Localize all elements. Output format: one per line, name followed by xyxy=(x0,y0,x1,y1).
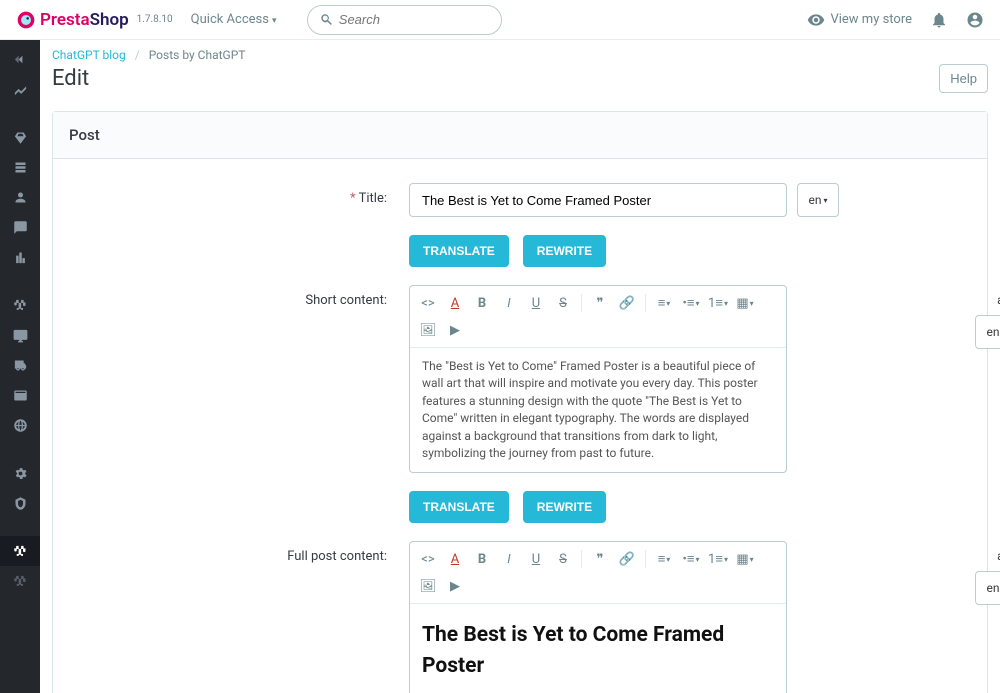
short-content-label: Short content: xyxy=(77,285,409,473)
full-editor-toolbar: <> A B I U S ❞ 🔗 ≡▾ •≡▾ 1≡▾ xyxy=(410,542,786,604)
sidebar-dashboard[interactable] xyxy=(0,74,40,104)
title-input[interactable] xyxy=(409,183,787,217)
full-content-label: Full post content: xyxy=(77,541,409,693)
help-button[interactable]: Help xyxy=(939,64,988,93)
sidebar-stats[interactable] xyxy=(0,242,40,272)
full-content-body[interactable]: The Best is Yet to Come Framed Poster Th… xyxy=(410,604,786,693)
numlist-icon[interactable]: 1≡▾ xyxy=(706,547,730,571)
link-icon[interactable]: 🔗 xyxy=(615,547,639,571)
sidebar-orders[interactable] xyxy=(0,122,40,152)
post-panel: Post *Title: en TRANSLATE REWRITE Short … xyxy=(52,111,988,693)
strike-icon[interactable]: S xyxy=(551,547,575,571)
sidebar-payment[interactable] xyxy=(0,380,40,410)
video-icon[interactable]: ▶ xyxy=(443,574,467,598)
sidebar-collapse[interactable] xyxy=(0,44,40,74)
source-icon[interactable]: <> xyxy=(416,291,440,315)
bold-icon[interactable]: B xyxy=(470,291,494,315)
title-label: *Title: xyxy=(77,183,409,217)
translate-button-2[interactable]: TRANSLATE xyxy=(409,491,509,523)
top-bar: PrestaShop 1.7.8.10 Quick Access View my… xyxy=(0,0,1000,40)
video-icon[interactable]: ▶ xyxy=(443,318,467,342)
version-label: 1.7.8.10 xyxy=(137,14,173,25)
underline-icon[interactable]: U xyxy=(524,291,548,315)
quote-icon[interactable]: ❞ xyxy=(588,291,612,315)
panel-heading: Post xyxy=(53,112,987,159)
quick-access-menu[interactable]: Quick Access xyxy=(191,12,277,27)
search-box[interactable] xyxy=(307,5,502,35)
title-lang-select[interactable]: en xyxy=(797,183,839,217)
search-input[interactable] xyxy=(339,12,489,27)
short-editor-toolbar: <> A B I U S ❞ 🔗 ≡▾ •≡▾ 1≡▾ xyxy=(410,286,786,348)
sidebar-support[interactable] xyxy=(0,212,40,242)
eye-icon xyxy=(807,11,825,29)
view-store-link[interactable]: View my store xyxy=(807,11,912,29)
breadcrumb: ChatGPT blog / Posts by ChatGPT xyxy=(40,40,1000,62)
brand-logo[interactable]: PrestaShop xyxy=(16,10,129,30)
numlist-icon[interactable]: 1≡▾ xyxy=(706,291,730,315)
bullet-icon[interactable]: •≡▾ xyxy=(679,291,703,315)
main-content: ChatGPT blog / Posts by ChatGPT Edit Hel… xyxy=(40,40,1000,693)
image-icon[interactable]: 🖼 xyxy=(416,318,440,342)
bold-icon[interactable]: B xyxy=(470,547,494,571)
full-heading: The Best is Yet to Come Framed Poster xyxy=(422,620,774,681)
sidebar-customers[interactable] xyxy=(0,182,40,212)
avatar-icon[interactable] xyxy=(966,11,984,29)
short-lang-select[interactable]: en xyxy=(975,315,1000,349)
sidebar-extra[interactable] xyxy=(0,566,40,596)
sidebar-advanced[interactable] xyxy=(0,488,40,518)
underline-icon[interactable]: U xyxy=(524,547,548,571)
link-icon[interactable]: 🔗 xyxy=(615,291,639,315)
breadcrumb-current: Posts by ChatGPT xyxy=(149,48,246,62)
table-icon[interactable]: ▦▾ xyxy=(733,547,757,571)
color-icon[interactable]: A xyxy=(443,547,467,571)
italic-icon[interactable]: I xyxy=(497,291,521,315)
rewrite-button-2[interactable]: REWRITE xyxy=(523,491,606,523)
puffin-icon xyxy=(16,10,36,30)
sidebar-catalog[interactable] xyxy=(0,152,40,182)
image-icon[interactable]: 🖼 xyxy=(416,574,440,598)
sidebar-config[interactable] xyxy=(0,458,40,488)
align-icon[interactable]: ≡▾ xyxy=(652,547,676,571)
full-lang-select[interactable]: en xyxy=(975,571,1000,605)
search-icon xyxy=(320,12,333,27)
full-content-editor: <> A B I U S ❞ 🔗 ≡▾ •≡▾ 1≡▾ xyxy=(409,541,787,693)
sidebar-intl[interactable] xyxy=(0,410,40,440)
short-content-editor: <> A B I U S ❞ 🔗 ≡▾ •≡▾ 1≡▾ xyxy=(409,285,787,473)
strike-icon[interactable]: S xyxy=(551,291,575,315)
breadcrumb-root[interactable]: ChatGPT blog xyxy=(52,48,126,62)
bullet-icon[interactable]: •≡▾ xyxy=(679,547,703,571)
color-icon[interactable]: A xyxy=(443,291,467,315)
sidebar-design[interactable] xyxy=(0,320,40,350)
sidebar-modules[interactable] xyxy=(0,290,40,320)
italic-icon[interactable]: I xyxy=(497,547,521,571)
bell-icon[interactable] xyxy=(930,11,948,29)
align-icon[interactable]: ≡▾ xyxy=(652,291,676,315)
table-icon[interactable]: ▦▾ xyxy=(733,291,757,315)
short-content-body[interactable]: The "Best is Yet to Come" Framed Poster … xyxy=(410,348,786,472)
sidebar-chatgpt-active[interactable] xyxy=(0,536,40,566)
rewrite-button[interactable]: REWRITE xyxy=(523,235,606,267)
sidebar xyxy=(0,40,40,693)
page-title: Edit xyxy=(52,66,89,91)
translate-button[interactable]: TRANSLATE xyxy=(409,235,509,267)
source-icon[interactable]: <> xyxy=(416,547,440,571)
sidebar-shipping[interactable] xyxy=(0,350,40,380)
quote-icon[interactable]: ❞ xyxy=(588,547,612,571)
